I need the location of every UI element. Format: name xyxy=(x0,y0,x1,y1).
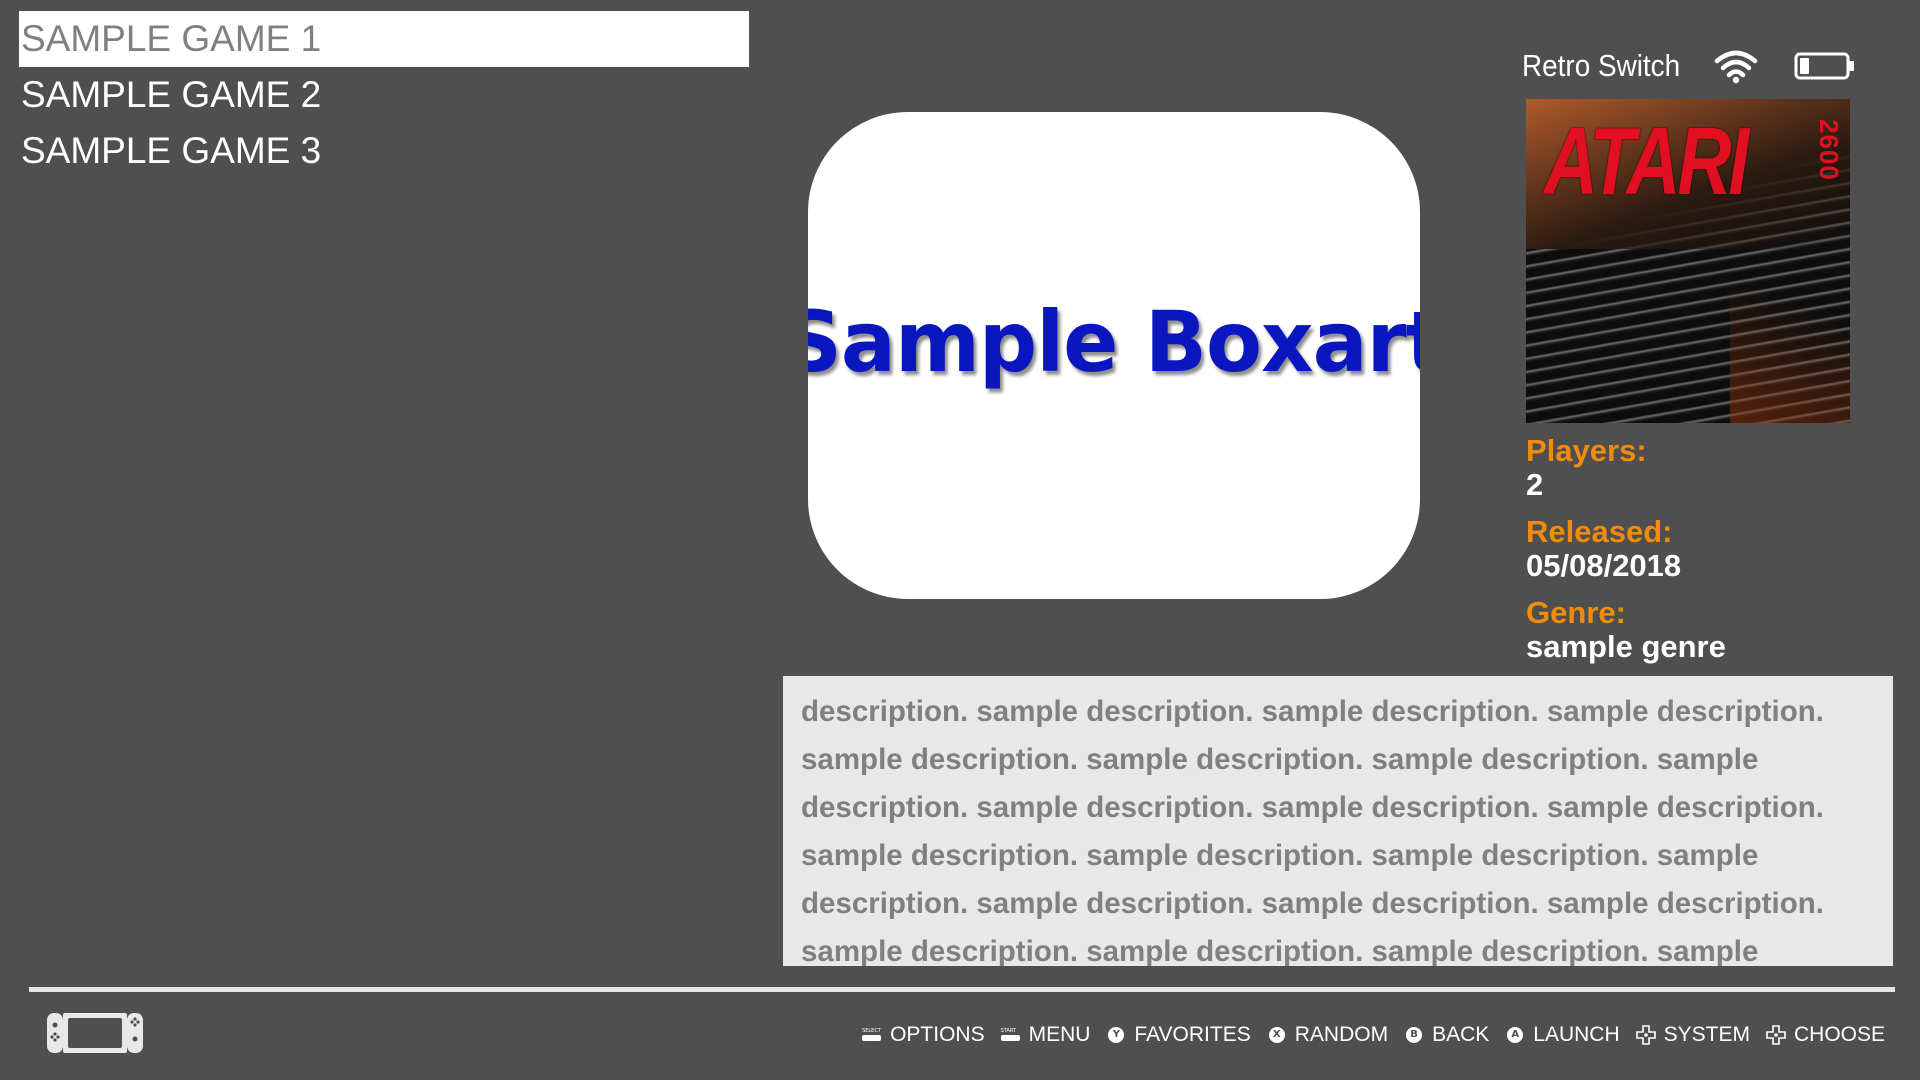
button-caption: START xyxy=(1000,1028,1017,1034)
button-face: B xyxy=(1406,1027,1423,1043)
button-face: A xyxy=(1507,1027,1524,1043)
boxart-text: Sample Boxart xyxy=(808,292,1420,391)
description-text: description. sample description. sample … xyxy=(801,695,1824,966)
button-a-icon: A xyxy=(1505,1025,1525,1045)
released-label: Released: xyxy=(1526,514,1673,549)
system-logo: ATARI 2600 xyxy=(1526,99,1850,423)
players-label: Players: xyxy=(1526,433,1647,468)
genre-value: sample genre xyxy=(1526,629,1726,664)
system-logo-model: 2600 xyxy=(1814,119,1844,181)
help-label: LAUNCH xyxy=(1533,1023,1620,1046)
game-list-item[interactable]: SAMPLE GAME 1 xyxy=(19,11,749,67)
select-button-icon: SELECT xyxy=(862,1025,882,1045)
console-rim xyxy=(1730,223,1850,423)
button-b-icon: B xyxy=(1404,1025,1424,1045)
game-list-item[interactable]: SAMPLE GAME 2 xyxy=(19,67,749,123)
dpad-icon xyxy=(1635,1025,1656,1045)
footer-divider xyxy=(29,987,1895,992)
released-value: 05/08/2018 xyxy=(1526,548,1682,583)
system-logo-wordmark: ATARI xyxy=(1544,108,1749,215)
help-item-random: X RANDOM xyxy=(1267,1023,1388,1047)
help-item-back: B BACK xyxy=(1404,1023,1489,1047)
wifi-icon xyxy=(1714,50,1758,84)
button-y-icon: Y xyxy=(1106,1025,1126,1045)
system-name: Retro Switch xyxy=(1522,48,1681,83)
game-boxart: Sample Boxart xyxy=(808,112,1420,599)
released-field: Released: 05/08/2018 xyxy=(1526,515,1906,583)
help-label: BACK xyxy=(1432,1023,1490,1046)
help-label: MENU xyxy=(1028,1023,1091,1046)
game-list-item[interactable]: SAMPLE GAME 3 xyxy=(19,123,749,179)
status-bar: Retro Switch xyxy=(1522,46,1854,86)
players-value: 2 xyxy=(1526,467,1544,502)
help-item-menu: START MENU xyxy=(1000,1023,1091,1047)
help-item-choose: CHOOSE xyxy=(1766,1023,1885,1047)
help-item-launch: A LAUNCH xyxy=(1505,1023,1620,1047)
help-label: RANDOM xyxy=(1294,1023,1389,1046)
players-field: Players: 2 xyxy=(1526,434,1906,502)
start-button-icon: START xyxy=(1000,1025,1021,1045)
button-face: X xyxy=(1268,1027,1285,1043)
help-label: FAVORITES xyxy=(1134,1023,1251,1046)
button-x-icon: X xyxy=(1267,1025,1287,1045)
battery-low-icon xyxy=(1794,52,1854,80)
button-caption: SELECT xyxy=(862,1028,881,1034)
dpad-icon xyxy=(1766,1025,1786,1045)
help-label: CHOOSE xyxy=(1793,1023,1885,1046)
help-item-options: SELECT OPTIONS xyxy=(862,1023,985,1047)
genre-field: Genre: sample genre xyxy=(1526,596,1906,664)
button-face: Y xyxy=(1108,1027,1125,1043)
help-label: SYSTEM xyxy=(1663,1023,1750,1046)
help-item-system: SYSTEM xyxy=(1635,1023,1750,1047)
console-icon xyxy=(47,1013,143,1053)
help-item-favorites: Y FAVORITES xyxy=(1106,1023,1251,1047)
help-bar: SELECT OPTIONS START MENU Y FAVORITES X RANDOM B… xyxy=(846,1017,1885,1053)
genre-label: Genre: xyxy=(1526,595,1626,630)
game-description[interactable]: description. sample description. sample … xyxy=(783,676,1893,966)
game-list: SAMPLE GAME 1 SAMPLE GAME 2 SAMPLE GAME … xyxy=(19,11,749,179)
help-label: OPTIONS xyxy=(890,1023,985,1046)
